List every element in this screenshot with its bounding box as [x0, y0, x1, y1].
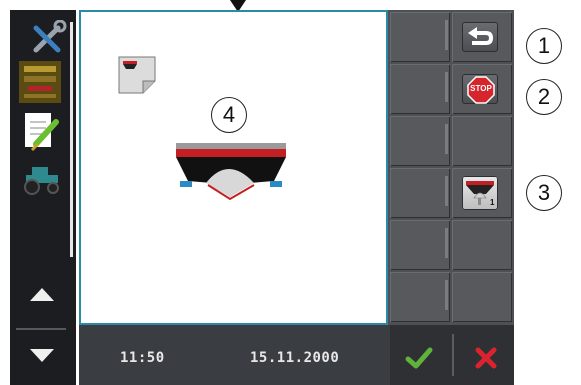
- softkey-slot-b5[interactable]: [452, 220, 512, 270]
- softkey-slot-a4[interactable]: [390, 168, 450, 218]
- softkey-slot-b3[interactable]: [452, 116, 512, 166]
- callout-1: 1: [526, 28, 562, 64]
- cross-icon[interactable]: [474, 346, 498, 370]
- softkey-slot-a5[interactable]: [390, 220, 450, 270]
- tractor-icon[interactable]: [22, 163, 62, 195]
- back-arrow-icon: [468, 27, 494, 45]
- softkey-slot-a6[interactable]: [390, 272, 450, 322]
- section-number: 1: [490, 198, 495, 207]
- callout-2: 2: [526, 79, 562, 115]
- checkmark-icon[interactable]: [405, 347, 433, 369]
- document-icon[interactable]: [117, 55, 159, 95]
- softkey-back[interactable]: [452, 12, 512, 62]
- spreader-settings-icon[interactable]: [18, 60, 62, 104]
- softkey-stop[interactable]: STOP: [452, 64, 512, 114]
- clock-date: 15.11.2000: [250, 350, 340, 366]
- clock-time: 11:50: [120, 350, 165, 366]
- softkey-slot-a3[interactable]: [390, 116, 450, 166]
- scroll-down-arrow-icon[interactable]: [30, 349, 54, 362]
- softkey-section-control[interactable]: 1: [452, 168, 512, 218]
- checklist-icon[interactable]: [22, 110, 60, 156]
- softkey-slot-b6[interactable]: [452, 272, 512, 322]
- callout-3: 3: [526, 175, 562, 211]
- tools-icon[interactable]: [28, 20, 72, 56]
- nav-separator: [16, 328, 66, 330]
- confirm-divider: [452, 334, 454, 376]
- softkey-slot-a2[interactable]: [390, 64, 450, 114]
- spreader-hopper-icon: [176, 143, 286, 201]
- callout-4: 4: [211, 97, 247, 133]
- stop-label: STOP: [470, 84, 492, 93]
- scroll-up-arrow-icon[interactable]: [30, 288, 54, 301]
- left-scroll-indicator[interactable]: [70, 22, 73, 257]
- softkey-slot-a1[interactable]: [390, 12, 450, 62]
